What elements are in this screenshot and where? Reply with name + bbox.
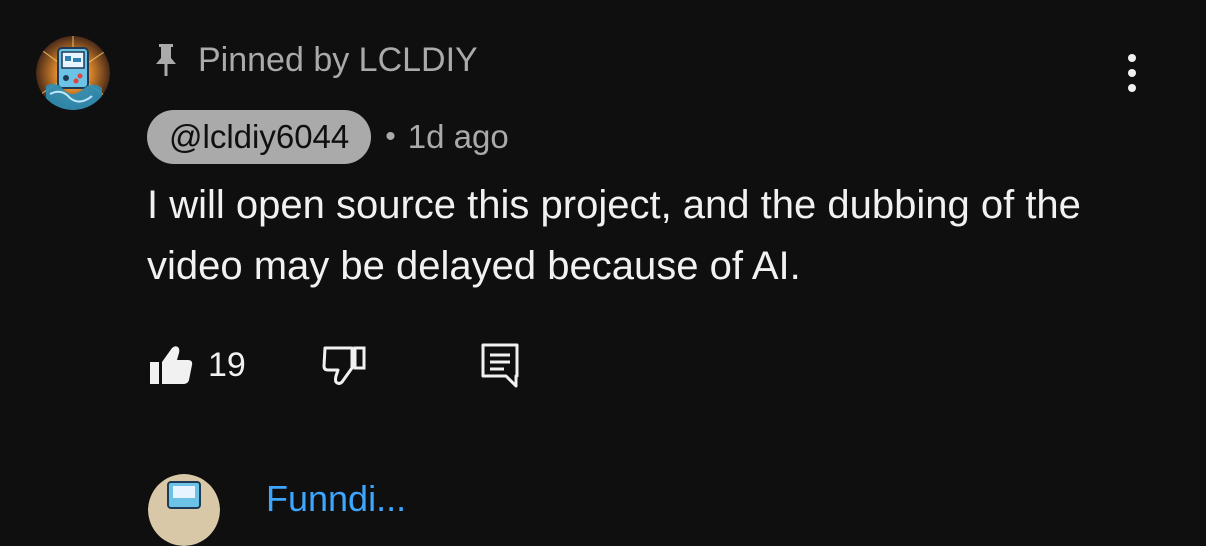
pinned-indicator: Pinned by LCLDIY (152, 38, 478, 82)
comment-actions: 19 (148, 338, 520, 392)
reply-button[interactable] (480, 338, 520, 392)
author-handle[interactable]: @lcldiy6044 (147, 110, 372, 164)
comment-timestamp[interactable]: 1d ago (408, 118, 509, 156)
reply-icon (481, 343, 519, 388)
more-actions-button[interactable] (1112, 50, 1152, 96)
next-comment-preview: Funndi... (148, 474, 448, 546)
comment-text: I will open source this project, and the… (147, 183, 1081, 288)
pin-icon (152, 42, 180, 78)
comment-thread: Pinned by LCLDIY @lcldiy6044 • 1d ago I … (0, 0, 1206, 546)
like-button[interactable]: 19 (148, 338, 246, 392)
next-comment-author[interactable]: Funndi... (266, 478, 406, 520)
avatar[interactable] (148, 474, 220, 546)
dislike-button[interactable] (322, 338, 368, 392)
meta-separator: • (385, 120, 396, 153)
avatar-image (36, 36, 110, 110)
thumb-down-icon (322, 346, 366, 385)
more-vert-icon (1128, 54, 1136, 92)
avatar-image (148, 474, 220, 546)
comment-meta: @lcldiy6044 • 1d ago (147, 110, 509, 164)
pinned-label: Pinned by LCLDIY (198, 40, 478, 79)
thumb-up-filled-icon (150, 346, 193, 384)
avatar[interactable] (36, 36, 110, 110)
like-count: 19 (208, 345, 246, 384)
